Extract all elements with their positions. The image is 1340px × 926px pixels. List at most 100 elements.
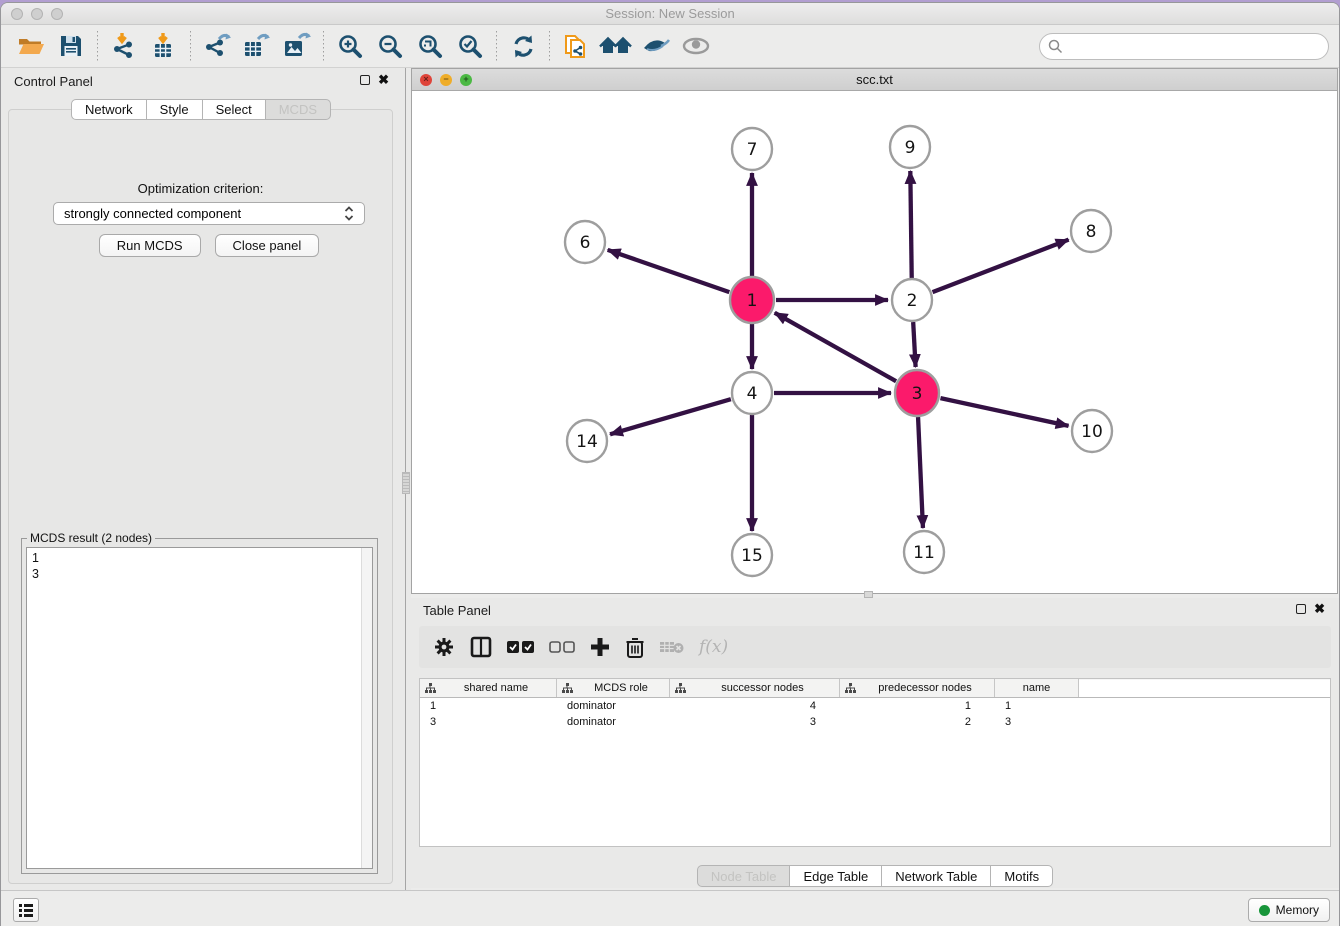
tab-motifs[interactable]: Motifs [991, 865, 1053, 887]
fx-icon: f(x) [699, 637, 728, 657]
network-minimize-button[interactable]: − [440, 74, 452, 86]
graph-node-8[interactable]: 8 [1071, 210, 1111, 252]
tab-node-table[interactable]: Node Table [697, 865, 791, 887]
graph-edge-3-1[interactable] [775, 313, 896, 381]
add-column-button[interactable] [589, 632, 611, 662]
zoom-window-button[interactable] [51, 8, 63, 20]
graph-node-14[interactable]: 14 [567, 420, 607, 462]
tab-mcds[interactable]: MCDS [266, 99, 331, 120]
apply-layout-button[interactable] [503, 29, 543, 63]
optimization-criterion-select[interactable]: strongly connected component [53, 202, 365, 225]
graph-node-4[interactable]: 4 [732, 372, 772, 414]
graph-node-3[interactable]: 3 [895, 370, 939, 416]
zoom-selected-button[interactable] [450, 29, 490, 63]
graph-node-10[interactable]: 10 [1072, 410, 1112, 452]
home-pages-button[interactable] [596, 29, 636, 63]
column-header-shared-name[interactable]: shared name [420, 679, 557, 697]
tab-select[interactable]: Select [203, 99, 266, 120]
graph-node-2[interactable]: 2 [892, 279, 932, 321]
table-row[interactable]: 1dominator411 [420, 698, 1330, 714]
svg-text:15: 15 [741, 546, 763, 566]
memory-label: Memory [1276, 903, 1319, 917]
zoom-fit-button[interactable] [410, 29, 450, 63]
table-options-button[interactable] [433, 632, 455, 662]
graph-node-1[interactable]: 1 [730, 277, 774, 323]
export-network-button[interactable] [197, 29, 237, 63]
graph-edge-2-8[interactable] [933, 240, 1069, 292]
titlebar: Session: New Session [1, 3, 1339, 25]
column-header-MCDS-role[interactable]: MCDS role [557, 679, 670, 697]
graph-node-15[interactable]: 15 [732, 534, 772, 576]
show-columns-button[interactable] [469, 632, 493, 662]
zoom-fit-icon [417, 33, 444, 60]
show-hide-styles-button[interactable] [636, 29, 676, 63]
delete-table-button[interactable] [659, 632, 685, 662]
splitter-grip[interactable] [402, 472, 410, 494]
import-network-button[interactable] [104, 29, 144, 63]
column-header-successor-nodes[interactable]: successor nodes [670, 679, 840, 697]
search-input[interactable] [1039, 33, 1329, 60]
table-cell[interactable]: 4 [670, 700, 840, 712]
graph-edge-3-11[interactable] [918, 417, 923, 528]
network-close-button[interactable]: × [420, 74, 432, 86]
graph-node-9[interactable]: 9 [890, 126, 930, 168]
zoom-in-button[interactable] [330, 29, 370, 63]
show-graphics-details-button[interactable] [676, 29, 716, 63]
select-all-checkboxes-button[interactable] [507, 632, 535, 662]
tab-style[interactable]: Style [147, 99, 203, 120]
table-cell[interactable]: 1 [420, 700, 557, 712]
vertical-splitter[interactable] [401, 68, 411, 890]
open-session-button[interactable] [11, 29, 51, 63]
table-cell[interactable]: 3 [420, 716, 557, 728]
column-header-name[interactable]: name [995, 679, 1079, 697]
table-cell[interactable]: 3 [670, 716, 840, 728]
table-cell[interactable]: dominator [557, 700, 670, 712]
network-graph[interactable]: 7 9 6 8 1 2 4 3 14 10 15 11 [412, 91, 1339, 594]
save-icon [58, 33, 84, 59]
close-window-button[interactable] [11, 8, 23, 20]
duplicate-network-button[interactable] [556, 29, 596, 63]
tab-network-table[interactable]: Network Table [882, 865, 991, 887]
minimize-window-button[interactable] [31, 8, 43, 20]
table-cell[interactable]: 1 [840, 700, 995, 712]
function-builder-button[interactable]: f(x) [699, 632, 728, 662]
delete-columns-button[interactable] [625, 632, 645, 662]
graph-node-11[interactable]: 11 [904, 531, 944, 573]
graph-edge-3-10[interactable] [940, 398, 1068, 426]
table-cell[interactable]: dominator [557, 716, 670, 728]
graph-edge-1-6[interactable] [608, 250, 730, 292]
run-mcds-button[interactable]: Run MCDS [99, 234, 201, 257]
table-cell[interactable]: 3 [995, 716, 1079, 728]
result-scrollbar[interactable] [361, 548, 372, 868]
graph-edge-2-3[interactable] [913, 322, 915, 367]
tab-edge-table[interactable]: Edge Table [790, 865, 882, 887]
column-header-predecessor-nodes[interactable]: predecessor nodes [840, 679, 995, 697]
graph-node-7[interactable]: 7 [732, 128, 772, 170]
deselect-all-checkboxes-button[interactable] [549, 632, 575, 662]
svg-text:11: 11 [913, 543, 935, 563]
close-panel-button[interactable]: Close panel [215, 234, 320, 257]
float-panel-icon[interactable] [360, 75, 370, 85]
horizontal-splitter-grip[interactable] [864, 591, 873, 598]
checked-boxes-icon [507, 641, 535, 654]
network-canvas[interactable]: 7 9 6 8 1 2 4 3 14 10 15 11 [412, 91, 1337, 593]
table-cell[interactable]: 1 [995, 700, 1079, 712]
network-maximize-button[interactable]: + [460, 74, 472, 86]
memory-button[interactable]: Memory [1248, 898, 1330, 922]
float-table-panel-icon[interactable] [1296, 604, 1306, 614]
tab-network[interactable]: Network [71, 99, 147, 120]
mcds-result-text[interactable]: 1 3 [26, 547, 373, 869]
close-panel-icon[interactable]: ✖ [378, 75, 389, 85]
task-history-button[interactable] [13, 898, 39, 922]
graph-node-6[interactable]: 6 [565, 221, 605, 263]
graph-edge-4-14[interactable] [610, 399, 731, 434]
export-table-button[interactable] [237, 29, 277, 63]
graph-edge-2-9[interactable] [910, 171, 911, 278]
save-session-button[interactable] [51, 29, 91, 63]
table-row[interactable]: 3dominator323 [420, 714, 1330, 730]
table-cell[interactable]: 2 [840, 716, 995, 728]
import-table-button[interactable] [144, 29, 184, 63]
close-table-panel-icon[interactable]: ✖ [1314, 604, 1325, 614]
zoom-out-button[interactable] [370, 29, 410, 63]
export-image-button[interactable] [277, 29, 317, 63]
